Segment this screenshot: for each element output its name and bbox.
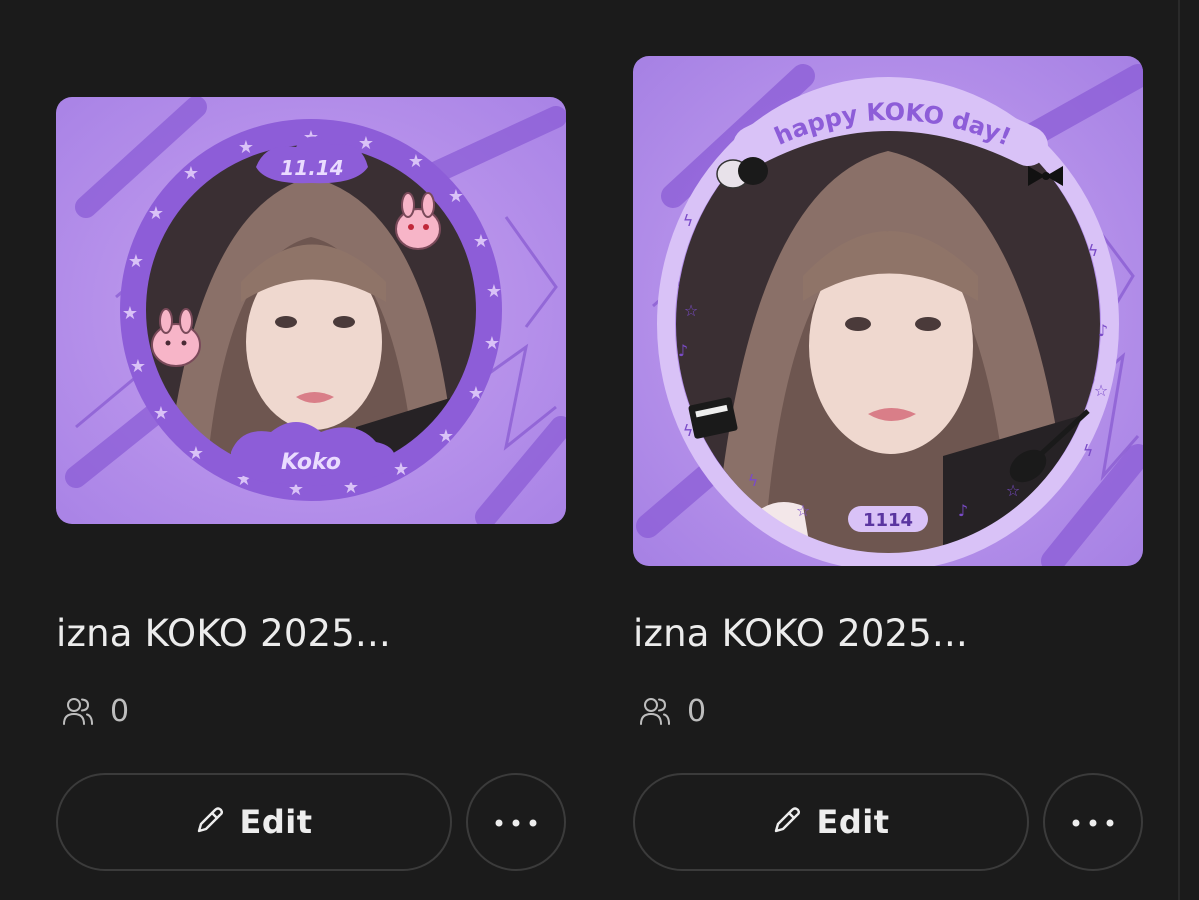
users-icon <box>639 696 671 726</box>
member-stats: 0 <box>62 692 129 730</box>
thumbnail-image: ϟ ☆ ♪ ϟ ϟ ♪ ☆ ϟ ϟ ☆ ♪ ☆ happy KOKO day! … <box>633 56 1143 566</box>
member-count: 0 <box>110 693 130 729</box>
pencil-icon <box>772 805 802 839</box>
svg-text:★: ★ <box>408 151 424 172</box>
svg-text:★: ★ <box>486 281 502 302</box>
card-title[interactable]: izna KOKO 2025... <box>56 612 391 655</box>
template-card: ϟ ☆ ♪ ϟ ϟ ♪ ☆ ϟ ϟ ☆ ♪ ☆ happy KOKO day! … <box>633 0 1145 900</box>
svg-text:♪: ♪ <box>1098 321 1108 340</box>
svg-text:★: ★ <box>438 426 454 447</box>
svg-text:☆: ☆ <box>796 501 810 520</box>
svg-text:☆: ☆ <box>1006 481 1020 500</box>
frame-name-text: Koko <box>281 450 341 475</box>
users-icon <box>62 696 94 726</box>
svg-text:★: ★ <box>448 186 464 207</box>
svg-text:★: ★ <box>128 251 144 272</box>
svg-text:★: ★ <box>358 133 374 154</box>
frame-date-text: 1114 <box>863 510 913 531</box>
app-page: ★ ★ ★ ★ ★ ★ ★ ★ ★ ★ ★ ★ ★ ★ ★ ★ ★ ★ ★ ★ … <box>0 0 1199 900</box>
svg-text:★: ★ <box>122 303 138 324</box>
svg-text:★: ★ <box>148 203 164 224</box>
more-options-button[interactable] <box>466 773 566 871</box>
member-count: 0 <box>687 693 707 729</box>
more-horizontal-icon <box>1071 813 1115 832</box>
svg-text:☆: ☆ <box>684 301 698 320</box>
card-thumbnail[interactable]: ϟ ☆ ♪ ϟ ϟ ♪ ☆ ϟ ϟ ☆ ♪ ☆ happy KOKO day! … <box>633 56 1143 566</box>
card-thumbnail[interactable]: ★ ★ ★ ★ ★ ★ ★ ★ ★ ★ ★ ★ ★ ★ ★ ★ ★ ★ ★ ★ … <box>56 97 566 524</box>
thumbnail-image: ★ ★ ★ ★ ★ ★ ★ ★ ★ ★ ★ ★ ★ ★ ★ ★ ★ ★ ★ ★ … <box>56 97 566 524</box>
svg-text:ϟ: ϟ <box>1088 241 1099 260</box>
scrollbar-track[interactable] <box>1178 0 1180 900</box>
svg-text:★: ★ <box>473 231 489 252</box>
svg-text:★: ★ <box>238 137 254 158</box>
more-horizontal-icon <box>494 813 538 832</box>
edit-button[interactable]: Edit <box>56 773 452 871</box>
edit-button-label: Edit <box>816 803 890 841</box>
svg-text:★: ★ <box>183 163 199 184</box>
svg-text:★: ★ <box>130 356 146 377</box>
member-stats: 0 <box>639 692 706 730</box>
svg-text:♪: ♪ <box>678 341 688 360</box>
pencil-icon <box>195 805 225 839</box>
svg-text:☆: ☆ <box>1094 381 1108 400</box>
svg-text:★: ★ <box>468 383 484 404</box>
more-options-button[interactable] <box>1043 773 1143 871</box>
svg-text:ϟ: ϟ <box>1083 441 1094 460</box>
svg-text:ϟ: ϟ <box>683 421 694 440</box>
edit-button-label: Edit <box>239 803 313 841</box>
svg-text:★: ★ <box>484 333 500 354</box>
svg-text:★: ★ <box>153 403 169 424</box>
frame-date-text: 11.14 <box>280 156 343 180</box>
edit-button[interactable]: Edit <box>633 773 1029 871</box>
template-card: ★ ★ ★ ★ ★ ★ ★ ★ ★ ★ ★ ★ ★ ★ ★ ★ ★ ★ ★ ★ … <box>56 0 568 900</box>
svg-text:ϟ: ϟ <box>683 211 694 230</box>
svg-text:♪: ♪ <box>958 501 968 520</box>
svg-text:ϟ: ϟ <box>748 471 759 490</box>
card-title[interactable]: izna KOKO 2025... <box>633 612 968 655</box>
svg-text:★: ★ <box>188 443 204 464</box>
